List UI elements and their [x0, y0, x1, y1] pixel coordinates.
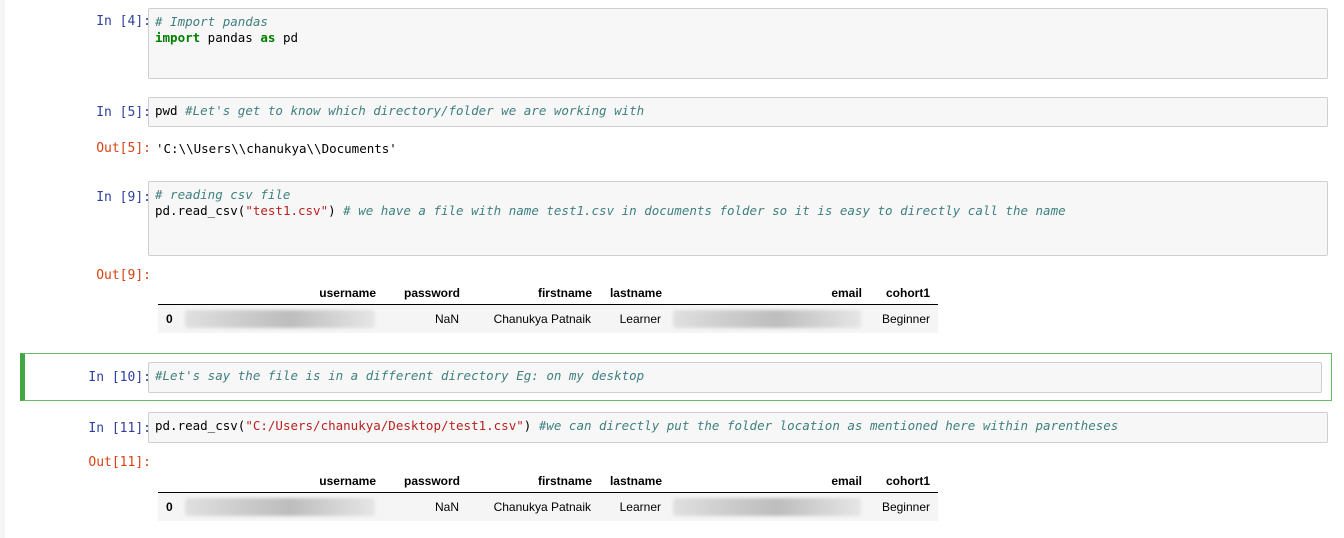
input-prompt: In [5]: [96, 105, 151, 120]
column-header: cohort1 [885, 286, 930, 300]
column-header: username [319, 286, 376, 300]
column-header: password [403, 286, 460, 300]
code-line: pd.read_csv("C:/Users/chanukya/Desktop/t… [155, 418, 1321, 434]
table-row: 0 NaN Chanukya Patnaik Learner Beginner [158, 304, 938, 333]
code-text: ) [523, 418, 539, 433]
code-comment: #Let's get to know which directory/folde… [185, 103, 645, 118]
table-row: 0 NaN Chanukya Patnaik Learner Beginner [158, 492, 938, 521]
cohort1-cell: Beginner [862, 304, 938, 333]
column-header: email [831, 286, 862, 300]
code-editor[interactable]: # reading csv file pd.read_csv("test1.csv… [148, 181, 1328, 256]
dataframe-output: username password firstname lastname ema… [158, 282, 938, 333]
password-cell: NaN [376, 492, 460, 521]
row-index: 0 [158, 492, 180, 521]
code-text: pandas [200, 30, 261, 45]
code-keyword: import [155, 30, 201, 45]
output-prompt: Out[9]: [96, 268, 151, 283]
username-cell-redacted [180, 304, 376, 333]
output-prompt: Out[5]: [96, 141, 151, 156]
redacted-blur [185, 310, 375, 328]
redacted-blur [185, 498, 375, 516]
code-comment: # reading csv file [155, 187, 291, 202]
code-text: pwd [155, 103, 186, 118]
code-text: pd.read_csv( [155, 203, 246, 218]
column-header: firstname [537, 286, 592, 300]
username-cell-redacted [180, 492, 376, 521]
code-comment: # Import pandas [155, 14, 268, 29]
lastname-cell: Learner [592, 492, 662, 521]
input-prompt: In [4]: [96, 14, 151, 29]
dataframe-output: username password firstname lastname ema… [158, 470, 938, 521]
code-comment: #Let's say the file is in a different di… [155, 368, 645, 383]
code-comment: #we can directly put the folder location… [538, 418, 1119, 433]
dataframe-header-row: username password firstname lastname ema… [158, 282, 938, 305]
code-text: pd.read_csv( [155, 418, 246, 433]
output-prompt: Out[11]: [88, 455, 151, 470]
input-prompt: In [11]: [88, 421, 151, 436]
input-prompt: In [9]: [96, 190, 151, 205]
column-header: lastname [609, 286, 662, 300]
code-keyword: as [260, 30, 276, 45]
firstname-cell: Chanukya Patnaik [460, 492, 592, 521]
code-editor[interactable]: #Let's say the file is in a different di… [148, 362, 1322, 393]
redacted-blur [673, 498, 861, 516]
output-text: 'C:\\Users\\chanukya\\Documents' [156, 141, 397, 156]
code-text: pd [275, 30, 299, 45]
firstname-cell: Chanukya Patnaik [460, 304, 592, 333]
index-header [158, 470, 180, 493]
code-line: pd.read_csv("test1.csv") # we have a fil… [155, 203, 1321, 219]
code-line: import pandas as pd [155, 30, 1321, 46]
column-header: username [319, 474, 376, 488]
code-string: "test1.csv" [245, 203, 329, 218]
code-editor[interactable]: pwd #Let's get to know which directory/f… [148, 97, 1328, 127]
lastname-cell: Learner [592, 304, 662, 333]
code-line: pwd #Let's get to know which directory/f… [155, 103, 1321, 119]
notebook-left-edge [0, 0, 5, 538]
dataframe-header-row: username password firstname lastname ema… [158, 470, 938, 493]
column-header: lastname [609, 474, 662, 488]
code-line: # Import pandas [155, 14, 1321, 30]
code-line: #Let's say the file is in a different di… [155, 368, 1315, 384]
redacted-blur [673, 310, 861, 328]
row-index: 0 [158, 304, 180, 333]
cohort1-cell: Beginner [862, 492, 938, 521]
column-header: firstname [537, 474, 592, 488]
column-header: email [831, 474, 862, 488]
code-editor[interactable]: # Import pandas import pandas as pd [148, 8, 1328, 79]
column-header: cohort1 [885, 474, 930, 488]
code-string: "C:/Users/chanukya/Desktop/test1.csv" [245, 418, 524, 433]
code-line: # reading csv file [155, 187, 1321, 203]
column-header: password [403, 474, 460, 488]
password-cell: NaN [376, 304, 460, 333]
code-text: ) [328, 203, 344, 218]
code-comment: # we have a file with name test1.csv in … [343, 203, 1066, 218]
index-header [158, 282, 180, 305]
input-prompt: In [10]: [88, 370, 151, 385]
email-cell-redacted [662, 304, 862, 333]
code-editor[interactable]: pd.read_csv("C:/Users/chanukya/Desktop/t… [148, 412, 1328, 443]
email-cell-redacted [662, 492, 862, 521]
